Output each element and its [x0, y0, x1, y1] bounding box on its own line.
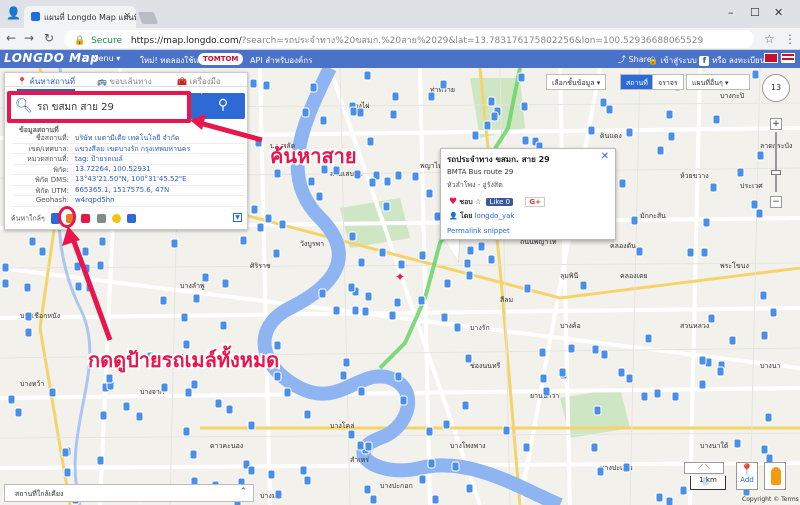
like-row: ♥ ชอบ ☆ Like 0 G+ [449, 197, 545, 208]
author-row: 👤 โดย longdo_yak [449, 211, 514, 222]
star-icon[interactable]: ☆ [475, 198, 481, 206]
popup-title: รถประจำทาง ขสมก. สาย 29 [447, 155, 550, 164]
nearby-bar[interactable]: สถานที่ใกล้เคียง ⌃ [4, 484, 254, 502]
popup-route: หัวลำโพง - อู่รังสิต [447, 181, 503, 189]
search-annotation: ค้นหาสาย [270, 144, 357, 168]
add-pin-icon: 📍 [740, 463, 754, 476]
add-label: Add [740, 476, 754, 484]
facebook-like-button[interactable]: Like 0 [486, 198, 514, 206]
pegman-icon [771, 467, 781, 485]
like-label[interactable]: ชอบ [459, 198, 472, 206]
copyright: Copyright © Terms [742, 496, 799, 503]
popup-links: Permalink snippet [447, 227, 510, 235]
popup-english: BMTA Bus route 29 [447, 168, 514, 176]
bus-stop-annotation: กดดูป้ายรถเมล์ทั้งหมด [88, 348, 280, 372]
bus-stop-highlight-circle [58, 206, 76, 228]
bus-route-popup: รถประจำทาง ขสมก. สาย 29 BMTA Bus route 2… [440, 148, 616, 240]
expand-up-icon[interactable]: ⌃ [239, 487, 247, 497]
measure-tool[interactable]: ⟋ ⟍ [684, 462, 724, 474]
browser-window: 👤 แผนที่ Longdo Map แผนที่... × – ☐ ✕ ← … [0, 0, 800, 505]
scale-bar: 1 km [690, 476, 726, 490]
street-view-pegman[interactable] [764, 462, 786, 490]
add-place-button[interactable]: 📍 Add [736, 462, 758, 490]
snippet-link[interactable]: snippet [484, 227, 510, 235]
popup-close-icon[interactable]: ✕ [601, 151, 609, 162]
user-icon: 👤 [449, 212, 458, 220]
google-plus-button[interactable]: G+ [525, 197, 545, 207]
by-label: โดย [459, 212, 473, 220]
nearby-bar-label: สถานที่ใกล้เคียง [15, 490, 64, 498]
permalink-link[interactable]: Permalink [447, 227, 482, 235]
annotation-arrows [62, 114, 263, 341]
heart-icon[interactable]: ♥ [449, 197, 457, 207]
author-link[interactable]: longdo_yak [475, 212, 515, 220]
scale-label: 1 km [699, 476, 717, 484]
